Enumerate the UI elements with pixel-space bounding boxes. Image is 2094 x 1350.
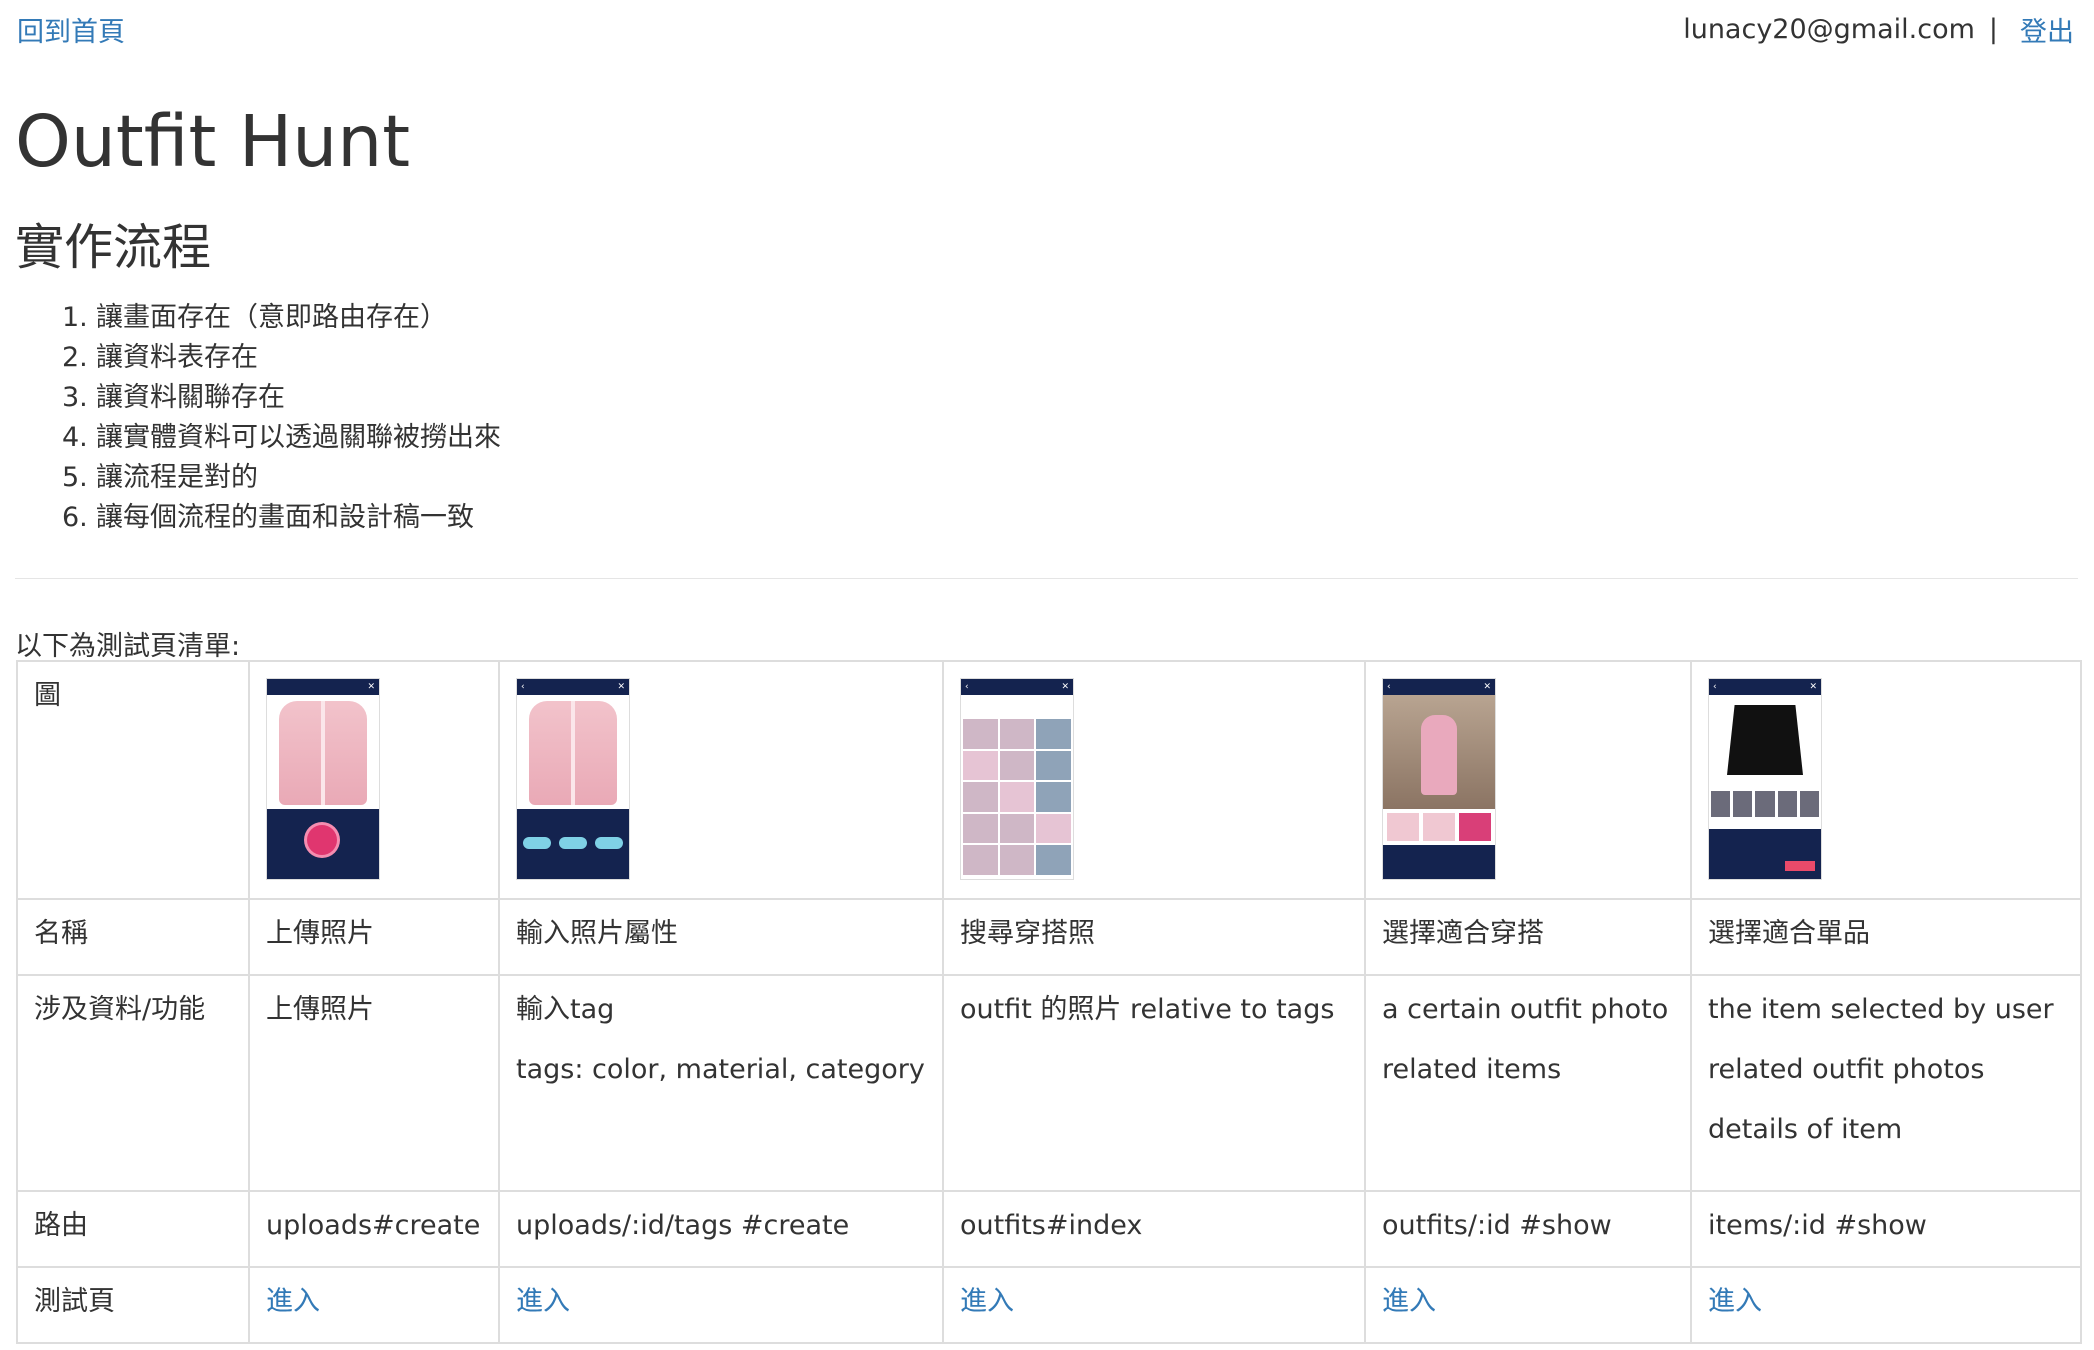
camera-shutter-icon bbox=[307, 825, 337, 855]
step-item: 6. 讓每個流程的畫面和設計稿一致 bbox=[62, 502, 474, 533]
pink-jacket-image bbox=[279, 701, 367, 805]
data-cell: a certain outfit photo related items bbox=[1364, 974, 1692, 1192]
row-label-route: 路由 bbox=[16, 1190, 250, 1268]
name-cell: 輸入照片屬性 bbox=[498, 898, 944, 976]
test-cell: 進入 bbox=[1364, 1266, 1692, 1344]
tag-input-screen: ‹ ✕ bbox=[516, 678, 630, 880]
related-items bbox=[1387, 813, 1491, 841]
back-icon: ‹ bbox=[965, 682, 969, 692]
test-list-caption: 以下為測試頁清單: bbox=[15, 631, 241, 662]
logout-link[interactable]: 登出 bbox=[2020, 10, 2074, 49]
enter-link-outfits[interactable]: 進入 bbox=[960, 1286, 1014, 1317]
name-cell: 選擇適合穿搭 bbox=[1364, 898, 1692, 976]
test-page-row: 測試頁 進入 進入 進入 進入 進入 bbox=[16, 1266, 2082, 1344]
related-outfit-photos bbox=[1711, 791, 1820, 817]
enter-link-item-show[interactable]: 進入 bbox=[1708, 1286, 1762, 1317]
step-item: 4. 讓實體資料可以透過關聯被撈出來 bbox=[62, 422, 501, 453]
outfit-photo-grid bbox=[963, 719, 1071, 875]
upload-photo-screen: ✕ bbox=[266, 678, 380, 880]
outfit-detail-screen: ‹ ✕ bbox=[1382, 678, 1496, 880]
close-icon: ✕ bbox=[1809, 682, 1817, 692]
row-label-data: 涉及資料/功能 bbox=[16, 974, 250, 1192]
item-detail-screen: ‹ ✕ bbox=[1708, 678, 1822, 880]
tag-chip bbox=[559, 837, 587, 849]
step-item: 3. 讓資料關聯存在 bbox=[62, 382, 285, 413]
close-icon: ✕ bbox=[367, 682, 375, 692]
step-item: 5. 讓流程是對的 bbox=[62, 462, 258, 493]
black-skirt-image bbox=[1727, 705, 1803, 775]
data-cell: 上傳照片 bbox=[248, 974, 500, 1192]
route-cell: items/:id #show bbox=[1690, 1190, 2082, 1268]
row-label-name: 名稱 bbox=[16, 898, 250, 976]
name-cell: 上傳照片 bbox=[248, 898, 500, 976]
route-cell: outfits/:id #show bbox=[1364, 1190, 1692, 1268]
tag-chip bbox=[595, 837, 623, 849]
close-icon: ✕ bbox=[1061, 682, 1069, 692]
image-cell: ‹ ✕ bbox=[1690, 660, 2082, 900]
back-icon: ‹ bbox=[1387, 682, 1391, 692]
pink-jacket-image bbox=[529, 701, 617, 805]
data-cell: outfit 的照片 relative to tags bbox=[942, 974, 1366, 1192]
tag-chip bbox=[523, 837, 551, 849]
outfit-photo bbox=[1383, 695, 1495, 809]
close-icon: ✕ bbox=[617, 682, 625, 692]
row-label-image: 圖 bbox=[16, 660, 250, 900]
user-email: lunacy20@gmail.com bbox=[1683, 14, 1975, 45]
enter-link-tags[interactable]: 進入 bbox=[516, 1286, 570, 1317]
step-item: 2. 讓資料表存在 bbox=[62, 342, 258, 373]
route-row: 路由 uploads#create uploads/:id/tags #crea… bbox=[16, 1190, 2082, 1268]
section-title: 實作流程 bbox=[15, 219, 212, 276]
data-cell: the item selected by user related outfit… bbox=[1690, 974, 2082, 1192]
image-cell: ✕ bbox=[248, 660, 500, 900]
name-cell: 選擇適合單品 bbox=[1690, 898, 2082, 976]
step-list: 1. 讓畫面存在（意即路由存在） 2. 讓資料表存在 3. 讓資料關聯存在 4. 讓實體… bbox=[62, 298, 501, 538]
image-cell: ‹ ✕ bbox=[942, 660, 1366, 900]
test-cell: 進入 bbox=[942, 1266, 1366, 1344]
user-area: lunacy20@gmail.com | 登出 bbox=[1683, 10, 2074, 49]
image-cell: ‹ ✕ bbox=[1364, 660, 1692, 900]
data-cell: 輸入tag tags: color, material, category bbox=[498, 974, 944, 1192]
enter-link-upload[interactable]: 進入 bbox=[266, 1286, 320, 1317]
image-cell: ‹ ✕ bbox=[498, 660, 944, 900]
test-cell: 進入 bbox=[498, 1266, 944, 1344]
top-navbar: 回到首頁 lunacy20@gmail.com | 登出 bbox=[0, 0, 2094, 60]
divider bbox=[15, 578, 2078, 579]
image-row: 圖 ✕ ‹ ✕ ‹ ✕ ‹ ✕ ‹ ✕ bbox=[16, 660, 2082, 900]
buy-button-mock bbox=[1785, 861, 1815, 871]
route-cell: uploads/:id/tags #create bbox=[498, 1190, 944, 1268]
back-icon: ‹ bbox=[1713, 682, 1717, 692]
back-icon: ‹ bbox=[521, 682, 525, 692]
route-cell: uploads#create bbox=[248, 1190, 500, 1268]
route-cell: outfits#index bbox=[942, 1190, 1366, 1268]
test-cell: 進入 bbox=[248, 1266, 500, 1344]
nav-separator: | bbox=[1988, 14, 1998, 45]
name-row: 名稱 上傳照片 輸入照片屬性 搜尋穿搭照 選擇適合穿搭 選擇適合單品 bbox=[16, 898, 2082, 976]
test-cell: 進入 bbox=[1690, 1266, 2082, 1344]
name-cell: 搜尋穿搭照 bbox=[942, 898, 1366, 976]
close-icon: ✕ bbox=[1483, 682, 1491, 692]
home-link[interactable]: 回到首頁 bbox=[17, 10, 125, 49]
step-item: 1. 讓畫面存在（意即路由存在） bbox=[62, 302, 447, 333]
test-page-table: 圖 ✕ ‹ ✕ ‹ ✕ ‹ ✕ ‹ ✕ 名稱 上傳照片 輸入照片屬性 搜尋穿搭照… bbox=[16, 660, 2082, 1344]
enter-link-outfit-show[interactable]: 進入 bbox=[1382, 1286, 1436, 1317]
row-label-test: 測試頁 bbox=[16, 1266, 250, 1344]
page-title: Outfit Hunt bbox=[15, 100, 411, 183]
outfit-search-screen: ‹ ✕ bbox=[960, 678, 1074, 880]
data-row: 涉及資料/功能 上傳照片 輸入tag tags: color, material… bbox=[16, 974, 2082, 1192]
